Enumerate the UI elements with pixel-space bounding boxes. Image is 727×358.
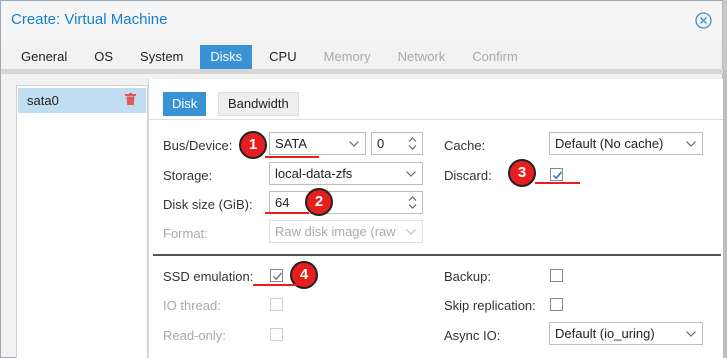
cache-select-value: Default (No cache) bbox=[555, 136, 664, 151]
spinner-arrows-icon[interactable] bbox=[408, 195, 417, 210]
check-icon bbox=[552, 171, 563, 180]
create-vm-dialog: Create: Virtual Machine General OS Syste… bbox=[0, 0, 725, 358]
device-number-input[interactable]: 0 bbox=[371, 132, 423, 155]
skip-replication-checkbox[interactable] bbox=[550, 298, 563, 311]
subtab-divider bbox=[149, 119, 725, 120]
ssd-emulation-checkbox[interactable] bbox=[270, 269, 283, 282]
annotation-underline-3 bbox=[535, 182, 580, 184]
chevron-down-icon bbox=[686, 331, 696, 337]
io-thread-checkbox bbox=[270, 298, 283, 311]
read-only-label: Read-only: bbox=[163, 328, 226, 343]
tab-disks[interactable]: Disks bbox=[200, 45, 253, 69]
io-thread-label: IO thread: bbox=[163, 298, 221, 313]
chevron-down-icon bbox=[349, 141, 359, 147]
storage-select-value: local-data-zfs bbox=[275, 166, 353, 181]
async-io-label: Async IO: bbox=[444, 328, 501, 343]
window-edge bbox=[723, 70, 727, 358]
disk-list: sata0 bbox=[16, 85, 148, 358]
wizard-tabs: General OS System Disks CPU Memory Netwo… bbox=[11, 45, 535, 69]
annotation-badge-3: 3 bbox=[508, 159, 536, 187]
dialog-title: Create: Virtual Machine bbox=[11, 11, 168, 28]
cache-label: Cache: bbox=[444, 138, 486, 153]
tab-network: Network bbox=[397, 49, 446, 64]
storage-label: Storage: bbox=[163, 168, 213, 183]
storage-select[interactable]: local-data-zfs bbox=[269, 162, 423, 185]
tab-cpu[interactable]: CPU bbox=[259, 45, 306, 69]
skip-replication-label: Skip replication: bbox=[444, 298, 536, 313]
chevron-down-icon bbox=[406, 229, 416, 235]
format-select-value: Raw disk image (raw bbox=[275, 224, 396, 239]
titlebar: Create: Virtual Machine bbox=[1, 1, 722, 41]
discard-checkbox[interactable] bbox=[550, 168, 563, 181]
discard-label: Discard: bbox=[444, 168, 492, 183]
chevron-down-icon bbox=[406, 171, 416, 177]
tab-confirm: Confirm bbox=[472, 49, 518, 64]
close-icon[interactable] bbox=[695, 12, 712, 29]
tab-os[interactable]: OS bbox=[84, 45, 123, 69]
subtab-disk[interactable]: Disk bbox=[163, 92, 207, 116]
bus-device-label: Bus/Device: bbox=[163, 138, 233, 153]
annotation-underline-2 bbox=[265, 212, 309, 214]
section-divider bbox=[153, 254, 721, 256]
backup-label: Backup: bbox=[444, 269, 491, 284]
backup-checkbox[interactable] bbox=[550, 269, 563, 282]
disk-size-input[interactable]: 64 bbox=[269, 191, 423, 214]
async-io-select-value: Default (io_uring) bbox=[555, 326, 655, 341]
spinner-arrows-icon[interactable] bbox=[408, 136, 417, 151]
ssd-emulation-label: SSD emulation: bbox=[163, 269, 254, 284]
tab-system[interactable]: System bbox=[130, 45, 193, 69]
disk-list-item-label: sata0 bbox=[27, 93, 59, 108]
subtab-bandwidth[interactable]: Bandwidth bbox=[218, 92, 299, 116]
annotation-badge-1: 1 bbox=[239, 131, 267, 159]
trash-icon[interactable] bbox=[125, 93, 136, 105]
async-io-select[interactable]: Default (io_uring) bbox=[549, 322, 703, 345]
disk-list-item-sata0[interactable]: sata0 bbox=[18, 88, 146, 113]
format-label: Format: bbox=[163, 226, 208, 241]
annotation-badge-2: 2 bbox=[305, 188, 333, 216]
cache-select[interactable]: Default (No cache) bbox=[549, 132, 703, 155]
disk-size-value: 64 bbox=[275, 195, 290, 210]
chevron-down-icon bbox=[686, 141, 696, 147]
dialog-body: sata0 Disk Bandwidth Bus/Device: SATA 0 bbox=[11, 79, 725, 358]
tab-memory: Memory bbox=[323, 49, 371, 64]
tabbar-divider bbox=[1, 69, 724, 74]
annotation-underline-1 bbox=[265, 156, 319, 158]
tab-general[interactable]: General bbox=[11, 45, 77, 69]
bus-select[interactable]: SATA bbox=[269, 132, 366, 155]
annotation-underline-4 bbox=[253, 284, 297, 286]
read-only-checkbox bbox=[270, 328, 283, 341]
check-icon bbox=[272, 272, 283, 281]
disk-size-label: Disk size (GiB): bbox=[163, 197, 253, 212]
format-select: Raw disk image (raw bbox=[269, 220, 423, 243]
disk-form-panel: Disk Bandwidth Bus/Device: SATA 0 Storag… bbox=[148, 79, 725, 358]
